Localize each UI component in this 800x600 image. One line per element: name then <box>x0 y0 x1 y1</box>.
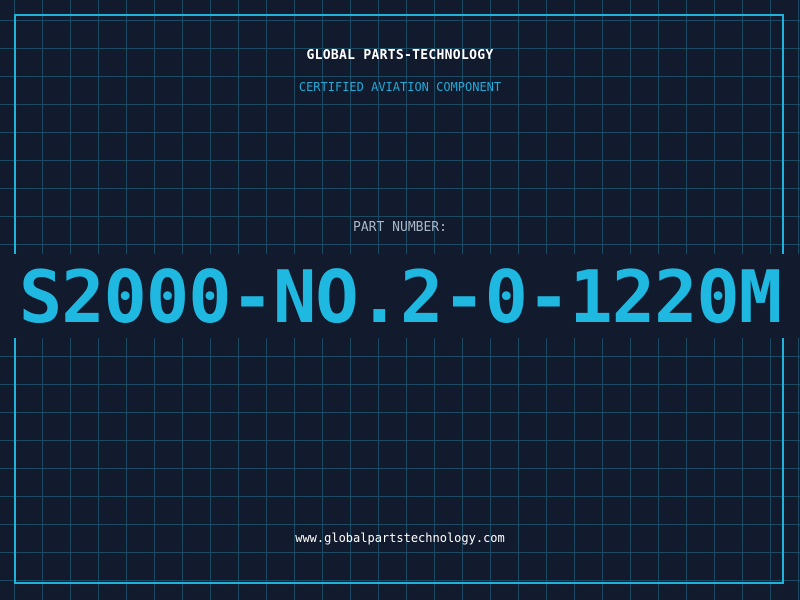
company-name: GLOBAL PARTS-TECHNOLOGY <box>306 48 494 63</box>
label-canvas: GLOBAL PARTS-TECHNOLOGY CERTIFIED AVIATI… <box>0 0 800 600</box>
part-number-value: S2000-NO.2-0-1220M <box>18 255 782 339</box>
part-number-label: PART NUMBER: <box>353 220 447 235</box>
certification-subtitle: CERTIFIED AVIATION COMPONENT <box>298 80 502 94</box>
website-url: www.globalpartstechnology.com <box>295 531 505 545</box>
